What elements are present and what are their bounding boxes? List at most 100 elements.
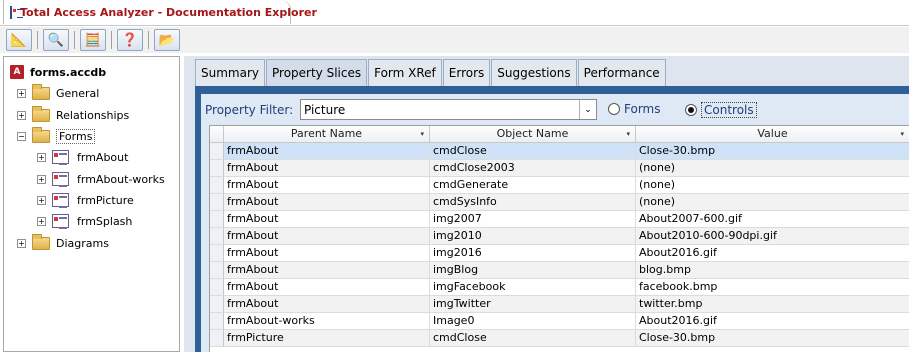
cell-value[interactable]: (none)	[636, 194, 909, 211]
radio-forms[interactable]: Forms	[608, 102, 660, 116]
sort-arrow-icon[interactable]: ▾	[420, 126, 424, 142]
cell-object-name[interactable]: cmdGenerate	[430, 177, 636, 194]
cell-parent-name[interactable]: frmAbout	[224, 228, 430, 245]
table-row[interactable]: frmAbout imgBlog blog.bmp	[210, 262, 909, 279]
radio-button-icon[interactable]	[608, 103, 620, 115]
row-selector[interactable]	[210, 262, 224, 279]
row-selector[interactable]	[210, 245, 224, 262]
tree-item-frmabout-works[interactable]: + frmAbout-works	[37, 170, 165, 188]
tree-item-forms[interactable]: − Forms	[17, 126, 96, 145]
cell-object-name[interactable]: cmdClose	[430, 143, 636, 160]
cell-value[interactable]: blog.bmp	[636, 262, 909, 279]
open-folder-button[interactable]: 📂	[154, 29, 180, 51]
column-header-value[interactable]: Value ▾	[636, 126, 909, 143]
expand-icon[interactable]: +	[17, 88, 26, 98]
tree-item-diagrams[interactable]: + Diagrams	[17, 233, 109, 252]
radio-button-selected-icon[interactable]	[685, 104, 697, 116]
row-selector[interactable]	[210, 160, 224, 177]
table-row[interactable]: frmAbout img2007 About2007-600.gif	[210, 211, 909, 228]
row-selector[interactable]	[210, 330, 224, 347]
expand-icon[interactable]: +	[37, 216, 46, 226]
analyze-button[interactable]: 📐	[6, 29, 32, 51]
cell-value[interactable]: About2016.gif	[636, 313, 909, 330]
calculator-button[interactable]: 🧮	[80, 29, 106, 51]
cell-parent-name[interactable]: frmAbout	[224, 143, 430, 160]
cell-parent-name[interactable]: frmPicture	[224, 330, 430, 347]
find-button[interactable]: 🔍	[43, 29, 69, 51]
tab-performance[interactable]: Performance	[577, 59, 666, 86]
tab-property-slices[interactable]: Property Slices	[266, 59, 368, 86]
cell-object-name[interactable]: cmdClose	[430, 330, 636, 347]
cell-parent-name[interactable]: frmAbout	[224, 245, 430, 262]
tree-root[interactable]: A forms.accdb	[10, 63, 106, 81]
row-selector[interactable]	[210, 313, 224, 330]
help-button[interactable]: ❓	[117, 29, 143, 51]
property-grid[interactable]: Parent Name ▾ Object Name ▾ Value ▾ frmA…	[209, 125, 909, 352]
table-row[interactable]: frmAbout img2016 About2016.gif	[210, 245, 909, 262]
cell-value[interactable]: About2010-600-90dpi.gif	[636, 228, 909, 245]
tree-item-general[interactable]: + General	[17, 83, 99, 102]
cell-parent-name[interactable]: frmAbout	[224, 296, 430, 313]
cell-value[interactable]: twitter.bmp	[636, 296, 909, 313]
cell-object-name[interactable]: Image0	[430, 313, 636, 330]
cell-parent-name[interactable]: frmAbout	[224, 262, 430, 279]
cell-parent-name[interactable]: frmAbout	[224, 194, 430, 211]
cell-object-name[interactable]: cmdSysInfo	[430, 194, 636, 211]
tree-item-relationships[interactable]: + Relationships	[17, 105, 129, 124]
cell-value[interactable]: (none)	[636, 160, 909, 177]
table-row[interactable]: frmAbout-works Image0 About2016.gif	[210, 313, 909, 330]
cell-value[interactable]: facebook.bmp	[636, 279, 909, 296]
cell-object-name[interactable]: imgBlog	[430, 262, 636, 279]
row-selector[interactable]	[210, 143, 224, 160]
tab-summary[interactable]: Summary	[195, 59, 265, 86]
cell-parent-name[interactable]: frmAbout	[224, 211, 430, 228]
cell-parent-name[interactable]: frmAbout	[224, 279, 430, 296]
table-row[interactable]: frmPicture cmdClose Close-30.bmp	[210, 330, 909, 347]
cell-parent-name[interactable]: frmAbout	[224, 160, 430, 177]
cell-object-name[interactable]: imgFacebook	[430, 279, 636, 296]
title-tab[interactable]: Total Access Analyzer - Documentation Ex…	[3, 0, 317, 24]
table-row[interactable]: frmAbout imgTwitter twitter.bmp	[210, 296, 909, 313]
expand-icon[interactable]: +	[37, 195, 46, 205]
row-selector[interactable]	[210, 177, 224, 194]
expand-icon[interactable]: +	[17, 238, 26, 248]
cell-value[interactable]: About2016.gif	[636, 245, 909, 262]
chevron-down-icon[interactable]: ⌄	[579, 100, 596, 119]
cell-object-name[interactable]: img2007	[430, 211, 636, 228]
row-selector[interactable]	[210, 211, 224, 228]
column-header-object-name[interactable]: Object Name ▾	[430, 126, 636, 143]
tree-item-frmsplash[interactable]: + frmSplash	[37, 212, 132, 230]
table-row[interactable]: frmAbout cmdGenerate (none)	[210, 177, 909, 194]
table-row[interactable]: frmAbout cmdSysInfo (none)	[210, 194, 909, 211]
table-row[interactable]: frmAbout imgFacebook facebook.bmp	[210, 279, 909, 296]
cell-value[interactable]: Close-30.bmp	[636, 330, 909, 347]
row-selector[interactable]	[210, 228, 224, 245]
sort-arrow-icon[interactable]: ▾	[626, 126, 630, 142]
column-header-parent-name[interactable]: Parent Name ▾	[224, 126, 430, 143]
cell-object-name[interactable]: imgTwitter	[430, 296, 636, 313]
object-tree[interactable]: A forms.accdb + General + Relationships …	[3, 56, 180, 352]
row-selector[interactable]	[210, 296, 224, 313]
table-row[interactable]: frmAbout cmdClose Close-30.bmp	[210, 143, 909, 160]
tab-form-xref[interactable]: Form XRef	[368, 59, 442, 86]
row-selector[interactable]	[210, 194, 224, 211]
expand-icon[interactable]: +	[37, 152, 46, 162]
expand-icon[interactable]: +	[17, 110, 26, 120]
collapse-icon[interactable]: −	[17, 131, 26, 141]
cell-value[interactable]: Close-30.bmp	[636, 143, 909, 160]
cell-object-name[interactable]: cmdClose2003	[430, 160, 636, 177]
cell-parent-name[interactable]: frmAbout	[224, 177, 430, 194]
radio-controls[interactable]: Controls	[685, 102, 757, 118]
row-selector[interactable]	[210, 279, 224, 296]
sort-arrow-icon[interactable]: ▾	[900, 126, 904, 142]
row-selector-header[interactable]	[210, 126, 224, 143]
tree-item-frmpicture[interactable]: + frmPicture	[37, 191, 134, 209]
table-row[interactable]: frmAbout cmdClose2003 (none)	[210, 160, 909, 177]
expand-icon[interactable]: +	[37, 174, 46, 184]
cell-parent-name[interactable]: frmAbout-works	[224, 313, 430, 330]
cell-object-name[interactable]: img2016	[430, 245, 636, 262]
cell-value[interactable]: (none)	[636, 177, 909, 194]
tab-suggestions[interactable]: Suggestions	[491, 59, 577, 86]
cell-value[interactable]: About2007-600.gif	[636, 211, 909, 228]
tab-errors[interactable]: Errors	[442, 59, 491, 86]
